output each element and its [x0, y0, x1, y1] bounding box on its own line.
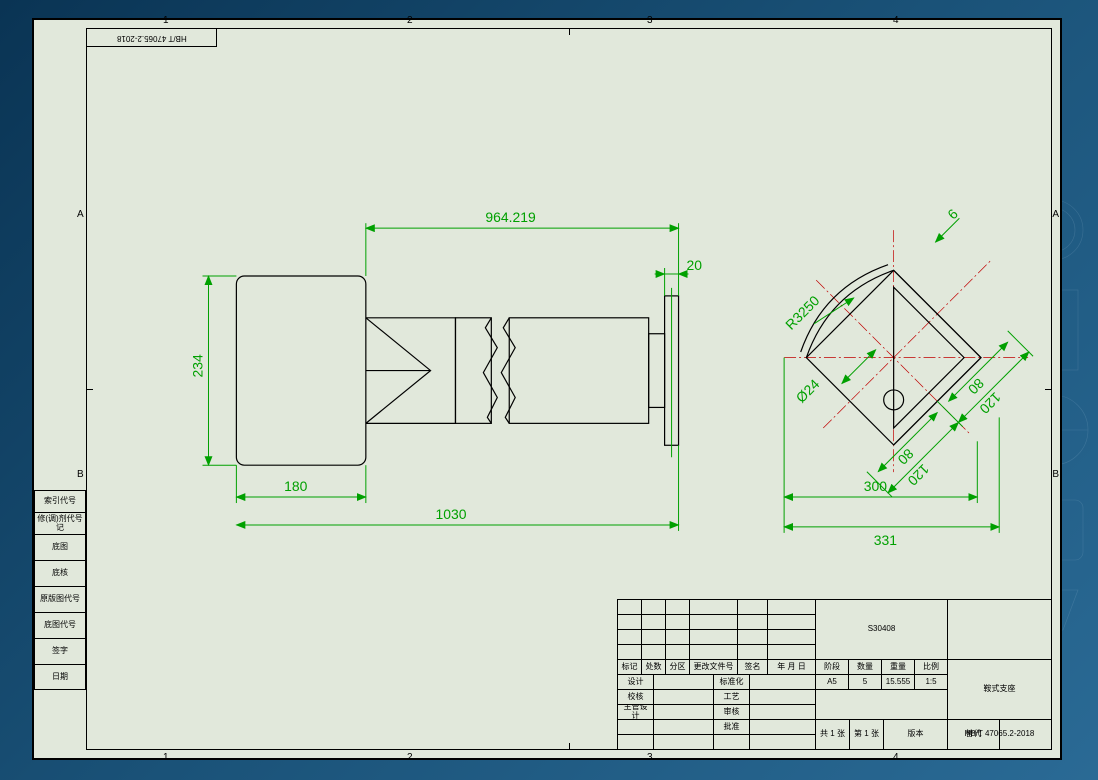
- side-cell: 底核: [34, 560, 86, 586]
- ruler-top: 3: [647, 15, 653, 26]
- dim-180: 180: [284, 478, 308, 494]
- dim-phi24: Ø24: [793, 376, 823, 406]
- rev-h3: 更改文件号: [690, 660, 738, 675]
- role-2: 主管设计: [618, 705, 654, 720]
- spec-v3: 1:5: [915, 675, 948, 690]
- side-cell: 日期: [34, 664, 86, 690]
- spec-h3: 比例: [915, 660, 948, 675]
- dim-6: 6: [944, 205, 961, 222]
- front-view: 964.219 20 234 180 1: [190, 209, 703, 531]
- dim-300: 300: [864, 478, 888, 494]
- drawing-sheet: 索引代号 修(调)剂代号记 底图 底核 原版图代号 底图代号 签字 日期 HB/…: [32, 18, 1062, 760]
- dim-331: 331: [874, 532, 898, 548]
- spec-v0: A5: [816, 675, 849, 690]
- part-name-cell: 鞍式支座: [948, 660, 1052, 720]
- ruler-bot: 4: [893, 752, 899, 763]
- spec-h2: 重量: [882, 660, 915, 675]
- spec-h0: 阶段: [816, 660, 849, 675]
- spec-v1: 5: [849, 675, 882, 690]
- side-cell: 底图: [34, 534, 86, 560]
- ruler-bot: 3: [647, 752, 653, 763]
- side-view: 120 80 80 120 6 R3250: [746, 182, 1051, 548]
- drawing-frame: HB/T 47065.2-2018 A A B B 1 2 3 4 1 2 3 …: [86, 28, 1052, 750]
- ruler-top: 4: [893, 15, 899, 26]
- zone-label-b-left: B: [77, 469, 84, 480]
- rev-h0: 标记: [618, 660, 642, 675]
- role-6: 批准: [714, 720, 750, 735]
- sheet-ver: 版本: [884, 720, 948, 750]
- dim-80a: 80: [965, 375, 987, 397]
- side-cell: 签字: [34, 638, 86, 664]
- side-cell: 索引代号: [34, 490, 86, 512]
- ruler-bot: 2: [407, 752, 413, 763]
- ruler-bot: 1: [163, 752, 169, 763]
- dim-964: 964.219: [485, 209, 536, 225]
- role-3: 标准化: [714, 675, 750, 690]
- left-margin-table: 索引代号 修(调)剂代号记 底图 底核 原版图代号 底图代号 签字 日期: [34, 490, 86, 690]
- dim-80b: 80: [894, 446, 916, 468]
- sheet-current: 第 1 张: [850, 720, 884, 750]
- rev-h4: 签名: [738, 660, 768, 675]
- replace-label: 替代: [948, 720, 1000, 750]
- zone-label-a-left: A: [77, 209, 84, 220]
- spec-h1: 数量: [849, 660, 882, 675]
- zone-label-a-right: A: [1052, 209, 1059, 220]
- sheet-total: 共 1 张: [816, 720, 850, 750]
- material-cell: S30408: [816, 600, 948, 660]
- spec-v2: 15.555: [882, 675, 915, 690]
- ruler-top: 2: [407, 15, 413, 26]
- dim-r325: R3250: [782, 292, 823, 333]
- zone-label-b-right: B: [1052, 469, 1059, 480]
- title-block: 标记 处数 分区 更改文件号 签名 年 月 日 S30408 鞍式支座 阶段 数…: [617, 599, 1051, 749]
- side-cell: 修(调)剂代号记: [34, 512, 86, 534]
- side-cell: 原版图代号: [34, 586, 86, 612]
- role-0: 设计: [618, 675, 654, 690]
- dim-1030: 1030: [436, 506, 467, 522]
- role-4: 工艺: [714, 690, 750, 705]
- ruler-top: 1: [163, 15, 169, 26]
- rev-h5: 年 月 日: [768, 660, 816, 675]
- dim-20: 20: [687, 257, 703, 273]
- role-5: 审核: [714, 705, 750, 720]
- dim-234: 234: [190, 354, 206, 378]
- rev-h1: 处数: [642, 660, 666, 675]
- side-cell: 底图代号: [34, 612, 86, 638]
- rev-h2: 分区: [666, 660, 690, 675]
- role-1: 校核: [618, 690, 654, 705]
